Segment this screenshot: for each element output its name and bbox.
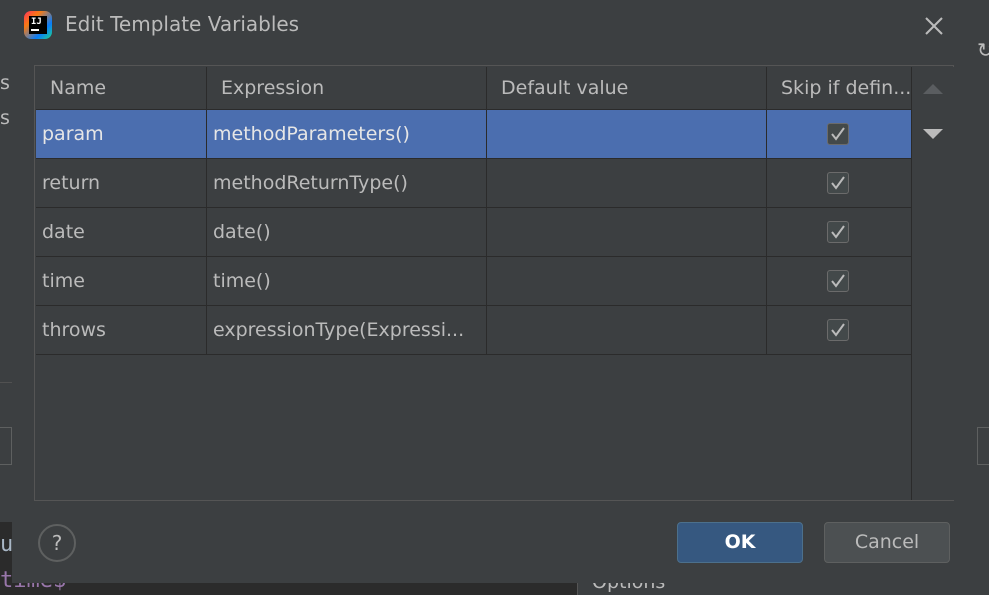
- move-up-button[interactable]: [923, 84, 943, 94]
- checkmark-icon: [831, 176, 845, 190]
- background-field: [977, 427, 989, 465]
- cell-name[interactable]: param: [36, 110, 206, 159]
- column-divider: [206, 306, 207, 355]
- column-header-name[interactable]: Name: [36, 67, 206, 109]
- ok-button[interactable]: OK: [677, 522, 803, 563]
- cell-skip-if-defined: [767, 306, 911, 355]
- cell-skip-if-defined: [767, 257, 911, 306]
- dialog-title: Edit Template Variables: [65, 12, 300, 36]
- column-header-expression[interactable]: Expression: [207, 67, 486, 109]
- table-row[interactable]: throws expressionType(Expressi...: [36, 306, 911, 355]
- table-row[interactable]: return methodReturnType(): [36, 159, 911, 208]
- table-header: Name Expression Default value Skip if de…: [36, 67, 911, 110]
- cancel-button[interactable]: Cancel: [824, 522, 950, 563]
- checkmark-icon: [831, 274, 845, 288]
- refresh-icon: ↻: [977, 38, 989, 62]
- move-down-button[interactable]: [923, 129, 943, 139]
- column-header-default-value[interactable]: Default value: [487, 67, 766, 109]
- cell-name[interactable]: throws: [36, 306, 206, 355]
- column-divider: [486, 306, 487, 355]
- column-divider: [206, 110, 207, 159]
- checkmark-icon: [831, 225, 845, 239]
- cell-name[interactable]: date: [36, 208, 206, 257]
- cell-expression[interactable]: time(): [207, 257, 486, 306]
- intellij-logo-icon: IJ: [24, 11, 52, 39]
- table-row[interactable]: param methodParameters(): [36, 110, 911, 159]
- close-icon: [925, 17, 943, 35]
- background-options-panel: Options: [577, 571, 989, 595]
- table-side-toolbar: [911, 67, 954, 500]
- column-divider: [206, 257, 207, 306]
- background-text-fragment: s: [0, 72, 10, 94]
- background-divider: [0, 382, 12, 383]
- close-button[interactable]: [922, 14, 946, 38]
- column-header-skip-if-defined[interactable]: Skip if defin...: [767, 67, 911, 109]
- background-ide-right-panel: ↻: [977, 0, 989, 595]
- background-text-fragment: s: [0, 107, 10, 129]
- background-ide-left-panel: s s: [0, 0, 12, 595]
- skip-if-defined-checkbox[interactable]: [827, 270, 849, 292]
- column-divider: [486, 159, 487, 208]
- cell-default-value[interactable]: [487, 306, 766, 355]
- table-row[interactable]: date date(): [36, 208, 911, 257]
- edit-template-variables-dialog: IJ Edit Template Variables Name Expressi…: [12, 0, 977, 583]
- cell-expression[interactable]: methodParameters(): [207, 110, 486, 159]
- cell-skip-if-defined: [767, 208, 911, 257]
- variables-table-frame: Name Expression Default value Skip if de…: [34, 65, 954, 501]
- column-divider: [486, 208, 487, 257]
- cell-default-value[interactable]: [487, 208, 766, 257]
- cell-skip-if-defined: [767, 159, 911, 208]
- cell-default-value[interactable]: [487, 159, 766, 208]
- checkmark-icon: [831, 323, 845, 337]
- skip-if-defined-checkbox[interactable]: [827, 221, 849, 243]
- background-field: [0, 427, 12, 465]
- variables-table: Name Expression Default value Skip if de…: [36, 67, 911, 500]
- cell-expression[interactable]: expressionType(Expressi...: [207, 306, 486, 355]
- column-divider: [486, 110, 487, 159]
- skip-if-defined-checkbox[interactable]: [827, 123, 849, 145]
- checkmark-icon: [831, 127, 845, 141]
- cell-skip-if-defined: [767, 110, 911, 159]
- cell-expression[interactable]: date(): [207, 208, 486, 257]
- cell-default-value[interactable]: [487, 110, 766, 159]
- column-divider: [486, 257, 487, 306]
- cell-default-value[interactable]: [487, 257, 766, 306]
- column-divider: [206, 159, 207, 208]
- help-button[interactable]: ?: [38, 524, 76, 562]
- cell-name[interactable]: return: [36, 159, 206, 208]
- skip-if-defined-checkbox[interactable]: [827, 172, 849, 194]
- row-divider: [36, 354, 911, 355]
- column-divider: [206, 208, 207, 257]
- skip-if-defined-checkbox[interactable]: [827, 319, 849, 341]
- table-row[interactable]: time time(): [36, 257, 911, 306]
- cell-name[interactable]: time: [36, 257, 206, 306]
- cell-expression[interactable]: methodReturnType(): [207, 159, 486, 208]
